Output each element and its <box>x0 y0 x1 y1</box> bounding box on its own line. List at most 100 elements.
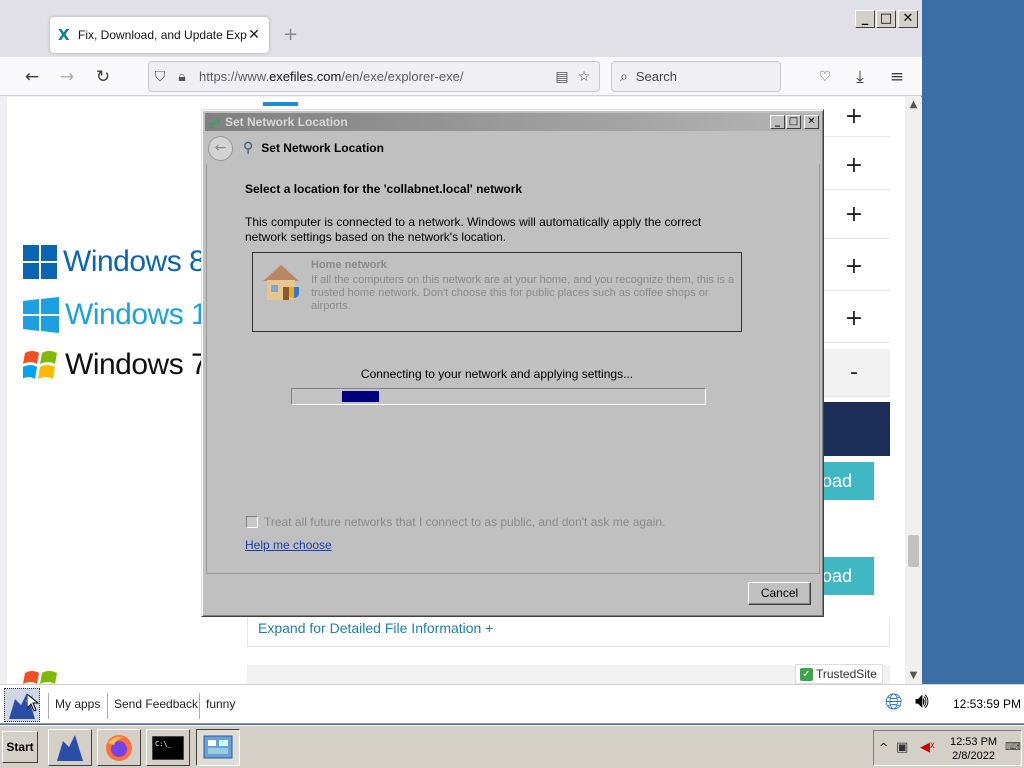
start-button[interactable]: Start <box>2 731 38 763</box>
pocket-icon[interactable]: ♡ <box>813 65 837 89</box>
windows-8-icon <box>23 245 57 279</box>
bookmark-star-icon[interactable]: ☆ <box>573 69 595 85</box>
accordion-toggle[interactable]: + <box>818 142 890 190</box>
scrollbar-thumb[interactable] <box>908 535 919 567</box>
tab-active[interactable]: X Fix, Download, and Update Explorer.exe… <box>50 17 269 53</box>
page-accent-bar <box>263 102 298 106</box>
dialog-minimize-button[interactable]: _ <box>770 115 785 129</box>
shield-icon[interactable]: ⛉ <box>149 69 171 85</box>
speaker-icon[interactable]: 🔊︎ <box>915 689 929 714</box>
banner <box>818 402 890 456</box>
lock-icon[interactable]: 🔒︎ <box>171 69 193 85</box>
logo-text: Windows 7 <box>65 348 208 381</box>
windows-8-logo: Windows 8.1 <box>23 245 230 279</box>
house-icon <box>263 265 299 300</box>
clock-date: 2/8/2022 <box>952 750 995 762</box>
url-bar[interactable]: ⛉ 🔒︎ https://www.exefiles.com/en/exe/exp… <box>148 61 600 92</box>
app-bar: My apps Send Feedback funny 🌐︎ 🔊︎ 12:53:… <box>0 684 1024 724</box>
dialog-title-bar[interactable]: ☍ Set Network Location _ □ ✕ <box>205 113 820 131</box>
home-network-title: Home network <box>311 259 387 271</box>
terminal-icon[interactable]: C:\_ <box>146 729 190 766</box>
dialog-maximize-button[interactable]: □ <box>786 115 801 129</box>
network-tray-icon[interactable]: ▣ <box>896 740 908 755</box>
app-icon[interactable] <box>48 729 92 766</box>
tab-bar: X Fix, Download, and Update Explorer.exe… <box>0 0 922 57</box>
search-icon: ⌕ <box>620 68 628 85</box>
tab-close-icon[interactable]: ✕ <box>247 27 261 43</box>
network-icon: ⚲ <box>243 140 254 156</box>
next-section <box>247 665 890 684</box>
url-text[interactable]: https://www.exefiles.com/en/exe/explorer… <box>193 69 551 84</box>
windows-7-icon <box>23 351 57 379</box>
keyboard-icon[interactable]: ⌨ <box>1005 740 1021 753</box>
svg-text:C:\_: C:\_ <box>155 740 173 748</box>
download-button[interactable]: oad <box>816 557 874 595</box>
maximize-button[interactable]: □ <box>876 10 896 28</box>
dialog-heading: Set Network Location <box>261 141 384 155</box>
accordion-toggle[interactable]: + <box>818 295 890 343</box>
search-placeholder: Search <box>635 69 678 84</box>
forward-arrow-icon[interactable]: → <box>55 65 79 89</box>
windows-7-logo: Windows 7 <box>23 347 208 383</box>
globe-icon[interactable]: 🌐︎ <box>885 690 903 715</box>
funny-item[interactable]: funny <box>199 693 241 719</box>
download-button[interactable]: oad <box>816 462 874 500</box>
windows-10-logo: Windows 10 <box>23 297 224 333</box>
trustedsite-badge[interactable]: ✓ TrustedSite <box>795 664 883 684</box>
menu-icon[interactable]: ≡ <box>885 65 909 89</box>
clock-time: 12:53 PM <box>950 736 998 748</box>
accordion-toggle[interactable]: + <box>818 243 890 291</box>
public-networks-checkbox[interactable] <box>246 516 258 528</box>
home-network-option[interactable]: Home network If all the computers on thi… <box>252 252 742 332</box>
send-feedback-item[interactable]: Send Feedback <box>107 693 204 719</box>
system-tray: ^ ▣ ◀ᵡ 12:53 PM 2/8/2022 ⌨ <box>873 730 1022 766</box>
tab-title: Fix, Download, and Update Explorer.exe <box>78 28 247 42</box>
accordion-toggle[interactable]: + <box>818 191 890 239</box>
reader-view-icon[interactable]: ▤ <box>551 69 573 85</box>
appbar-clock: 12:53:59 PM <box>953 697 1022 711</box>
desktop: X Fix, Download, and Update Explorer.exe… <box>0 0 1024 768</box>
minimize-button[interactable]: _ <box>855 10 875 28</box>
public-networks-label: Treat all future networks that I connect… <box>264 515 666 529</box>
dialog-description: This computer is connected to a network.… <box>245 215 702 244</box>
logo-text: Windows 10 <box>65 298 224 331</box>
select-location-text: Select a location for the 'collabnet.loc… <box>245 182 523 196</box>
progress-status-text: Connecting to your network and applying … <box>360 367 634 381</box>
dialog-close-button[interactable]: ✕ <box>804 115 819 129</box>
taskbar-clock[interactable]: 12:53 PM 2/8/2022 <box>950 735 997 763</box>
new-tab-button[interactable]: + <box>283 24 298 45</box>
network-icon: ☍ <box>208 117 221 131</box>
cancel-button[interactable]: Cancel <box>748 582 811 605</box>
my-apps-item[interactable]: My apps <box>48 693 106 719</box>
expand-file-info-link[interactable]: Expand for Detailed File Information + <box>258 620 493 636</box>
accordion-toggle[interactable]: + <box>818 97 890 137</box>
scroll-down-icon[interactable]: ▼ <box>905 670 922 681</box>
back-arrow-icon[interactable]: ← <box>20 65 44 89</box>
volume-muted-icon[interactable]: ◀ᵡ <box>920 740 935 755</box>
network-location-dialog: ☍ Set Network Location _ □ ✕ ← ⚲ Set Net… <box>201 109 824 617</box>
favicon-icon: X <box>58 26 70 44</box>
scroll-up-icon[interactable]: ▲ <box>905 99 922 110</box>
search-input[interactable]: ⌕ Search <box>611 61 781 92</box>
taskbar: Start C:\_ ^ ▣ ◀ᵡ 12:53 PM 2/8/2022 ⌨ <box>0 725 1024 768</box>
downloads-icon[interactable]: ⤓ <box>848 65 872 89</box>
check-icon: ✓ <box>800 667 813 681</box>
back-icon[interactable]: ← <box>208 135 233 161</box>
navigation-toolbar: ← → ↻ ⛉ 🔒︎ https://www.exefiles.com/en/e… <box>0 57 922 96</box>
vertical-scrollbar[interactable]: ▲ ▼ <box>905 97 922 684</box>
mouse-cursor-icon <box>26 692 40 712</box>
close-button[interactable]: ✕ <box>898 10 918 28</box>
firefox-icon[interactable] <box>97 729 141 766</box>
accordion-toggle[interactable]: - <box>818 349 890 397</box>
reload-icon[interactable]: ↻ <box>91 65 115 89</box>
windows-10-icon <box>23 297 59 333</box>
home-network-description: If all the computers on this network are… <box>311 274 735 312</box>
control-panel-icon[interactable] <box>196 729 240 766</box>
progress-bar-fill <box>341 391 379 402</box>
dialog-title: Set Network Location <box>225 115 348 129</box>
help-me-choose-link[interactable]: Help me choose <box>245 538 332 552</box>
dialog-body: Select a location for the 'collabnet.loc… <box>206 164 820 574</box>
show-hidden-icons-icon[interactable]: ^ <box>879 741 888 754</box>
progress-bar <box>291 388 706 405</box>
dialog-header: ← ⚲ Set Network Location <box>205 132 820 164</box>
